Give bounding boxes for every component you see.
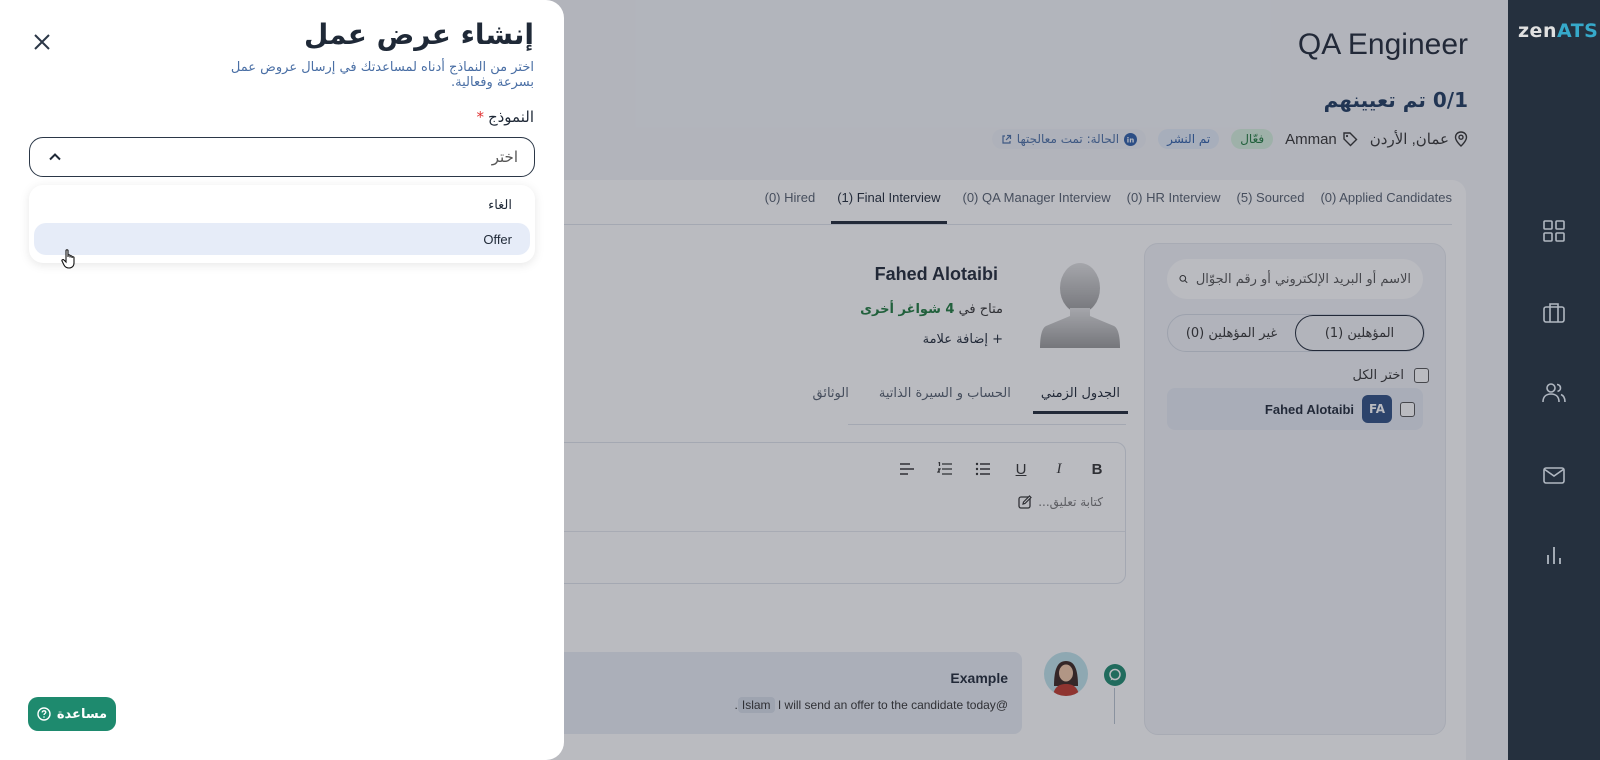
template-dropdown: الغاء Offer [29,185,535,263]
close-icon[interactable] [30,30,54,54]
drawer-title: إنشاء عرض عمل [303,18,534,51]
help-icon [37,707,51,721]
help-label: مساعدة [56,706,108,722]
hand-cursor-icon [61,249,75,269]
template-select-value: اختر [491,148,518,166]
option-offer[interactable]: Offer [34,223,530,255]
chevron-up-icon[interactable] [48,150,62,164]
option-cancel[interactable]: الغاء [34,189,530,221]
create-offer-drawer: إنشاء عرض عمل اختر من النماذج أدناه لمسا… [0,0,564,760]
template-label-text: النموذج [487,108,534,126]
drawer-subtitle: اختر من النماذج أدناه لمساعدتك في إرسال … [230,60,534,90]
help-button[interactable]: مساعدة [28,697,116,731]
nav-backdrop [1508,0,1600,760]
template-select[interactable]: اختر [29,137,535,177]
template-field-label: النموذج* [476,108,534,126]
required-mark: * [476,108,484,126]
